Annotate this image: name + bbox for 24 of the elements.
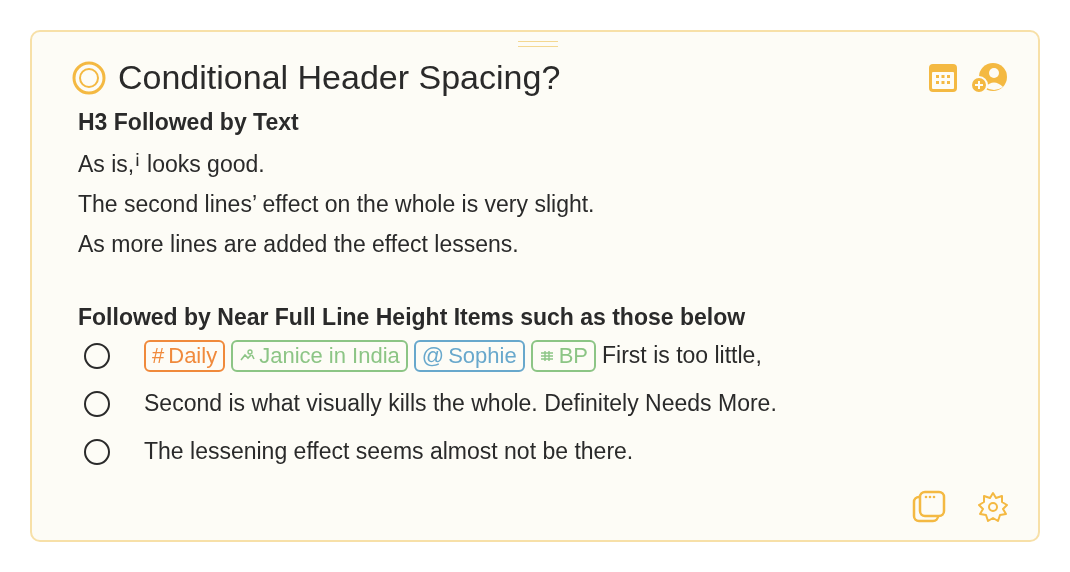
task-text: First is too little,	[602, 342, 762, 370]
note-title: Conditional Header Spacing?	[118, 58, 561, 97]
trend-icon	[239, 348, 256, 363]
section-heading: H3 Followed by Text	[78, 108, 300, 137]
task-checkbox[interactable]	[84, 342, 110, 369]
body-text: As is,$^{¡}$ looks good.	[78, 145, 266, 179]
calendar-icon[interactable]	[928, 62, 958, 93]
settings-icon[interactable]	[976, 490, 1010, 524]
section-heading: Followed by Near Full Line Height Items such as those below	[78, 302, 747, 332]
project-icon	[72, 60, 106, 95]
task-checkbox[interactable]	[84, 438, 110, 465]
grid-icon	[538, 348, 555, 363]
tag[interactable]: @ Sophie	[413, 339, 525, 372]
drag-handle[interactable]	[518, 41, 558, 47]
add-person-icon[interactable]	[970, 61, 1010, 94]
tag[interactable]: # Daily	[144, 339, 226, 372]
task-text: Second is what visually kills the whole. Definitely Needs More.	[144, 390, 777, 418]
tag[interactable]: BP	[530, 339, 597, 372]
windows-icon[interactable]	[912, 490, 946, 524]
body-text: The second lines’ effect on the whole is very slight.	[78, 189, 596, 219]
body-text: As more lines are added the effect lessens.	[78, 229, 520, 259]
task-text: The lessening effect seems almost not be there.	[144, 438, 634, 466]
tag[interactable]: Janice in India	[231, 339, 408, 372]
task-checkbox[interactable]	[84, 390, 110, 417]
